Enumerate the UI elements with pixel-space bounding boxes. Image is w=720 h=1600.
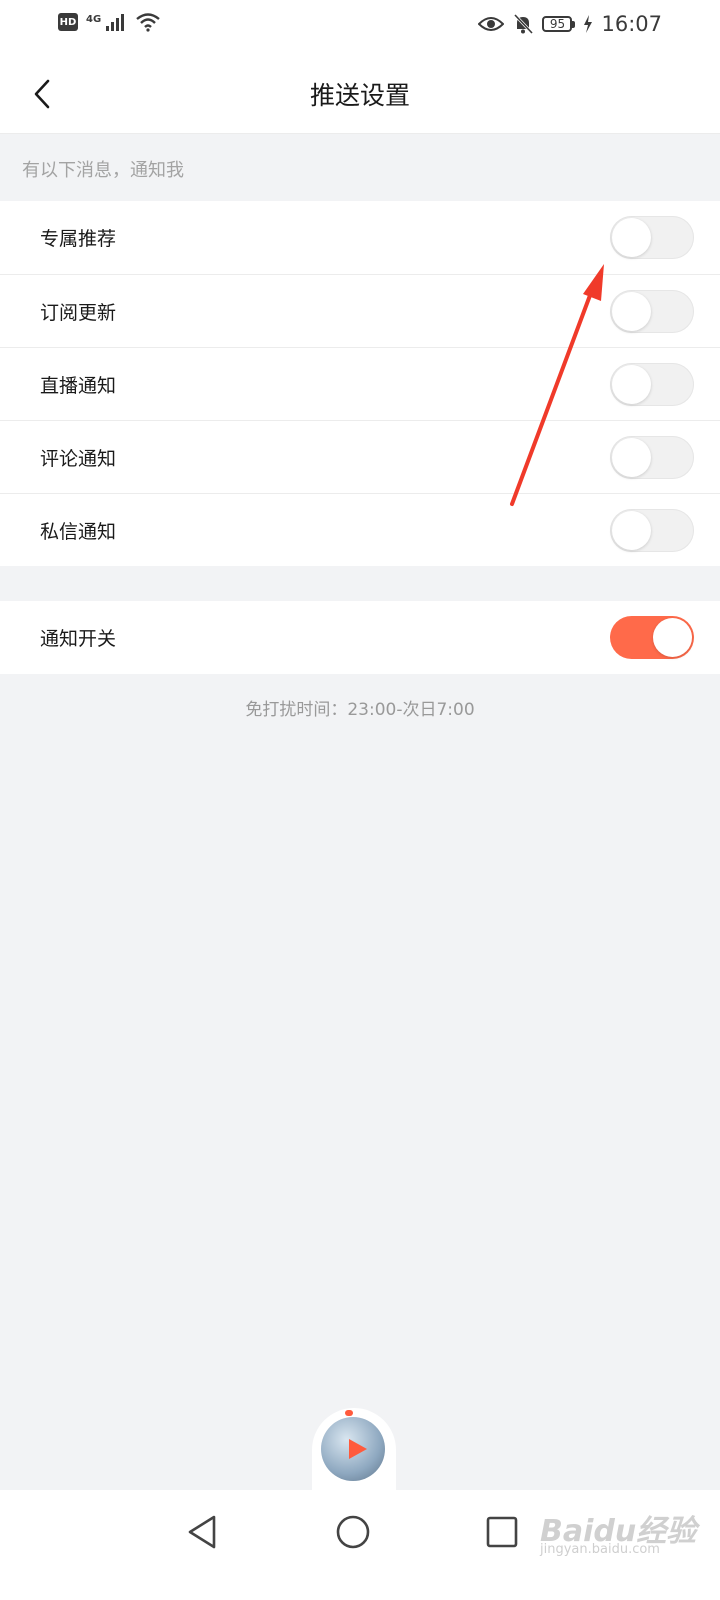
clock: 16:07 <box>601 12 662 36</box>
setting-row-live: 直播通知 <box>0 347 720 420</box>
nav-back-icon <box>188 1515 216 1549</box>
setting-row-subscription: 订阅更新 <box>0 274 720 347</box>
setting-label: 评论通知 <box>40 448 117 470</box>
toggle-comment[interactable] <box>610 436 694 479</box>
nav-back-button[interactable] <box>178 1508 226 1556</box>
toggle-message[interactable] <box>610 509 694 552</box>
master-switch-group: 通知开关 <box>0 601 720 674</box>
network-type: 4G <box>86 13 102 25</box>
nav-recent-icon <box>486 1516 518 1548</box>
battery-tip <box>572 20 576 28</box>
eye-icon <box>478 17 505 31</box>
notification-list: 专属推荐 订阅更新 直播通知 评论通知 私信通知 <box>0 201 720 566</box>
top-nav-bar: 推送设置 <box>0 54 720 134</box>
battery-icon: 95 <box>542 16 576 32</box>
status-right: 95 16:07 <box>478 12 662 36</box>
nav-recent-button[interactable] <box>478 1508 526 1556</box>
toggle-knob <box>653 618 692 657</box>
toggle-knob <box>612 438 651 477</box>
setting-row-comment: 评论通知 <box>0 420 720 493</box>
setting-row-message: 私信通知 <box>0 493 720 566</box>
status-bar: HD 4G 95 16:07 <box>0 0 720 54</box>
toggle-knob <box>612 218 651 257</box>
wifi-icon <box>136 13 160 32</box>
nav-home-button[interactable] <box>329 1508 377 1556</box>
toggle-master[interactable] <box>610 616 694 659</box>
toggle-subscription[interactable] <box>610 290 694 333</box>
setting-label: 专属推荐 <box>40 228 117 250</box>
hd-icon: HD <box>58 13 78 31</box>
play-icon <box>349 1439 367 1459</box>
album-cover <box>321 1417 385 1481</box>
toggle-recommend[interactable] <box>610 216 694 259</box>
watermark-url: jingyan.baidu.com <box>540 1542 660 1557</box>
bell-muted-icon <box>514 13 534 35</box>
toggle-knob <box>612 292 651 331</box>
status-left: HD 4G <box>58 12 161 32</box>
mini-player-indicator <box>345 1410 353 1416</box>
section-header: 有以下消息，通知我 <box>22 160 184 181</box>
setting-row-master: 通知开关 <box>0 601 720 674</box>
toggle-knob <box>612 511 651 550</box>
page-title: 推送设置 <box>309 81 410 110</box>
toggle-live[interactable] <box>610 363 694 406</box>
setting-label: 通知开关 <box>40 628 117 650</box>
setting-row-recommend: 专属推荐 <box>0 201 720 274</box>
setting-label: 订阅更新 <box>40 302 117 324</box>
nav-home-icon <box>336 1515 370 1549</box>
signal-icon <box>106 14 125 31</box>
setting-label: 私信通知 <box>40 521 117 543</box>
setting-label: 直播通知 <box>40 375 117 397</box>
charging-icon <box>584 15 593 33</box>
toggle-knob <box>612 365 651 404</box>
battery-level: 95 <box>542 16 573 32</box>
watermark: Baidu经验 jingyan.baidu.com <box>540 1492 700 1572</box>
dnd-time-note: 免打扰时间：23:00-次日7:00 <box>245 700 475 720</box>
